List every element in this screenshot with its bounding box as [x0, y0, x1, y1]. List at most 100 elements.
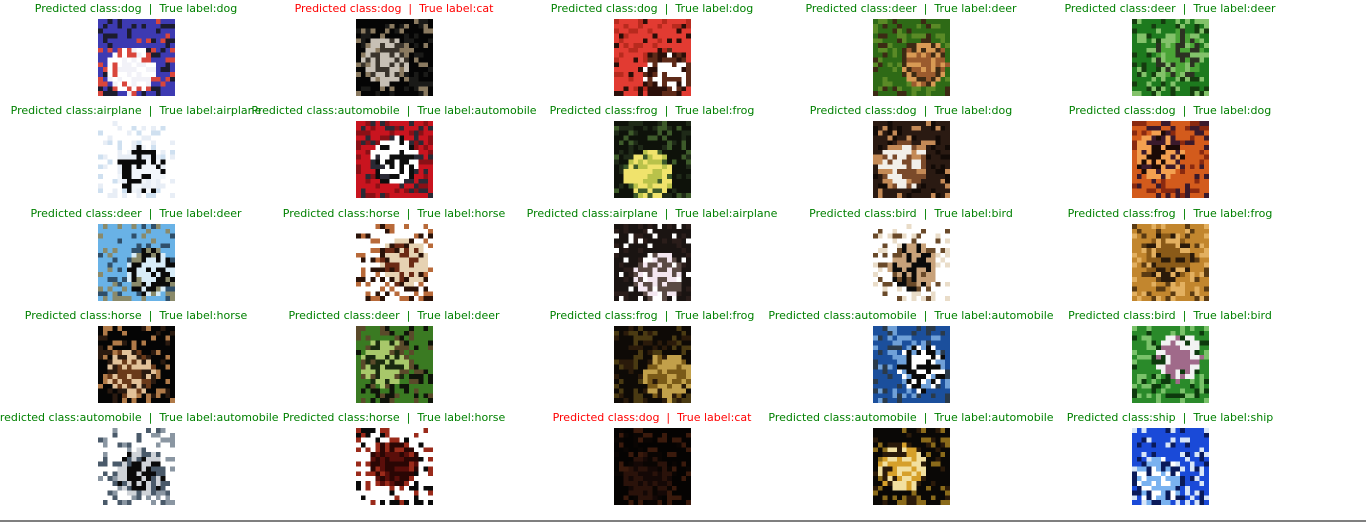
thumbnail-pixels: [1132, 19, 1209, 96]
predicted-prefix: Predicted class:: [1068, 104, 1155, 117]
thumbnail-pixels: [98, 428, 175, 505]
thumbnail-pixels: [1132, 121, 1209, 198]
true-label: dog: [991, 104, 1013, 117]
true-label: dog: [216, 2, 238, 15]
predicted-class: automobile: [854, 309, 917, 322]
caption-separator: |: [399, 104, 418, 117]
true-prefix: True label:: [1193, 104, 1251, 117]
caption-separator: |: [916, 207, 935, 220]
prediction-caption: Predicted class:dog | True label:dog: [1069, 104, 1271, 118]
thumbnail-pixels: [356, 19, 433, 96]
prediction-caption: Predicted class:airplane | True label:ai…: [527, 207, 778, 221]
predicted-class: dog: [895, 104, 917, 117]
thumbnail-image: [98, 19, 175, 96]
prediction-caption: Predicted class:deer | True label:deer: [805, 2, 1016, 16]
predicted-prefix: Predicted class:: [550, 2, 637, 15]
thumbnail-image: [873, 121, 950, 198]
predicted-class: bird: [895, 207, 917, 220]
predicted-prefix: Predicted class:: [0, 411, 80, 424]
thumbnail-image: [356, 121, 433, 198]
thumbnail-pixels: [614, 326, 691, 403]
prediction-caption: Predicted class:horse | True label:horse: [25, 309, 248, 323]
true-label: automobile: [216, 411, 279, 424]
true-prefix: True label:: [1193, 207, 1251, 220]
true-prefix: True label:: [417, 104, 475, 117]
predicted-prefix: Predicted class:: [552, 411, 639, 424]
thumbnail-pixels: [356, 326, 433, 403]
predicted-class: deer: [891, 2, 917, 15]
thumbnail-pixels: [614, 224, 691, 301]
true-prefix: True label:: [675, 207, 733, 220]
caption-separator: |: [1175, 411, 1194, 424]
thumbnail-image: [1132, 121, 1209, 198]
prediction-caption: Predicted class:automobile | True label:…: [768, 309, 1053, 323]
true-label: horse: [474, 207, 506, 220]
predicted-prefix: Predicted class:: [1064, 2, 1151, 15]
predicted-prefix: Predicted class:: [549, 104, 636, 117]
true-prefix: True label:: [417, 207, 475, 220]
true-label: horse: [474, 411, 506, 424]
caption-separator: |: [657, 2, 676, 15]
thumbnail-image: [614, 224, 691, 301]
caption-separator: |: [399, 411, 418, 424]
thumbnail-pixels: [873, 121, 950, 198]
thumbnail-image: [873, 326, 950, 403]
predicted-prefix: Predicted class:: [24, 309, 111, 322]
thumbnail-pixels: [1132, 326, 1209, 403]
thumbnail-image: [873, 428, 950, 505]
predicted-class: airplane: [96, 104, 142, 117]
caption-separator: |: [141, 207, 160, 220]
thumbnail-image: [356, 19, 433, 96]
thumbnail-pixels: [98, 224, 175, 301]
predicted-prefix: Predicted class:: [1068, 309, 1155, 322]
true-prefix: True label:: [934, 2, 992, 15]
thumbnail-image: [98, 224, 175, 301]
predicted-prefix: Predicted class:: [282, 411, 369, 424]
thumbnail-image: [356, 326, 433, 403]
caption-separator: |: [401, 2, 420, 15]
true-label: frog: [732, 309, 755, 322]
predicted-class: dog: [636, 2, 658, 15]
true-label: automobile: [991, 411, 1054, 424]
thumbnail-pixels: [1132, 428, 1209, 505]
caption-separator: |: [657, 207, 676, 220]
predicted-class: automobile: [79, 411, 142, 424]
predicted-prefix: Predicted class:: [549, 309, 636, 322]
true-label: deer: [991, 2, 1017, 15]
prediction-caption: Predicted class:dog | True label:dog: [551, 2, 753, 16]
true-prefix: True label:: [934, 104, 992, 117]
thumbnail-pixels: [356, 224, 433, 301]
caption-separator: |: [1175, 104, 1194, 117]
true-prefix: True label:: [419, 2, 477, 15]
true-label: frog: [1250, 207, 1273, 220]
caption-separator: |: [916, 411, 935, 424]
predicted-class: deer: [1150, 2, 1176, 15]
caption-separator: |: [141, 2, 160, 15]
predicted-class: automobile: [337, 104, 400, 117]
thumbnail-image: [356, 224, 433, 301]
predicted-class: dog: [380, 2, 402, 15]
caption-separator: |: [657, 104, 676, 117]
true-prefix: True label:: [159, 104, 217, 117]
true-label: bird: [1250, 309, 1272, 322]
thumbnail-pixels: [356, 121, 433, 198]
thumbnail-image: [873, 224, 950, 301]
predicted-prefix: Predicted class:: [768, 309, 855, 322]
true-prefix: True label:: [675, 309, 733, 322]
predicted-class: frog: [635, 309, 658, 322]
thumbnail-image: [614, 326, 691, 403]
true-prefix: True label:: [934, 411, 992, 424]
true-prefix: True label:: [934, 207, 992, 220]
thumbnail-pixels: [98, 326, 175, 403]
thumbnail-image: [356, 428, 433, 505]
caption-separator: |: [916, 104, 935, 117]
prediction-caption: Predicted class:dog | True label:dog: [810, 104, 1012, 118]
prediction-grid: Predicted class:dog | True label:dog Pred…: [0, 0, 1366, 522]
predicted-class: frog: [635, 104, 658, 117]
prediction-caption: Predicted class:automobile | True label:…: [768, 411, 1053, 425]
thumbnail-pixels: [614, 121, 691, 198]
thumbnail-pixels: [98, 121, 175, 198]
thumbnail-pixels: [873, 428, 950, 505]
caption-separator: |: [659, 411, 678, 424]
prediction-caption: Predicted class:automobile | True label:…: [0, 411, 279, 425]
